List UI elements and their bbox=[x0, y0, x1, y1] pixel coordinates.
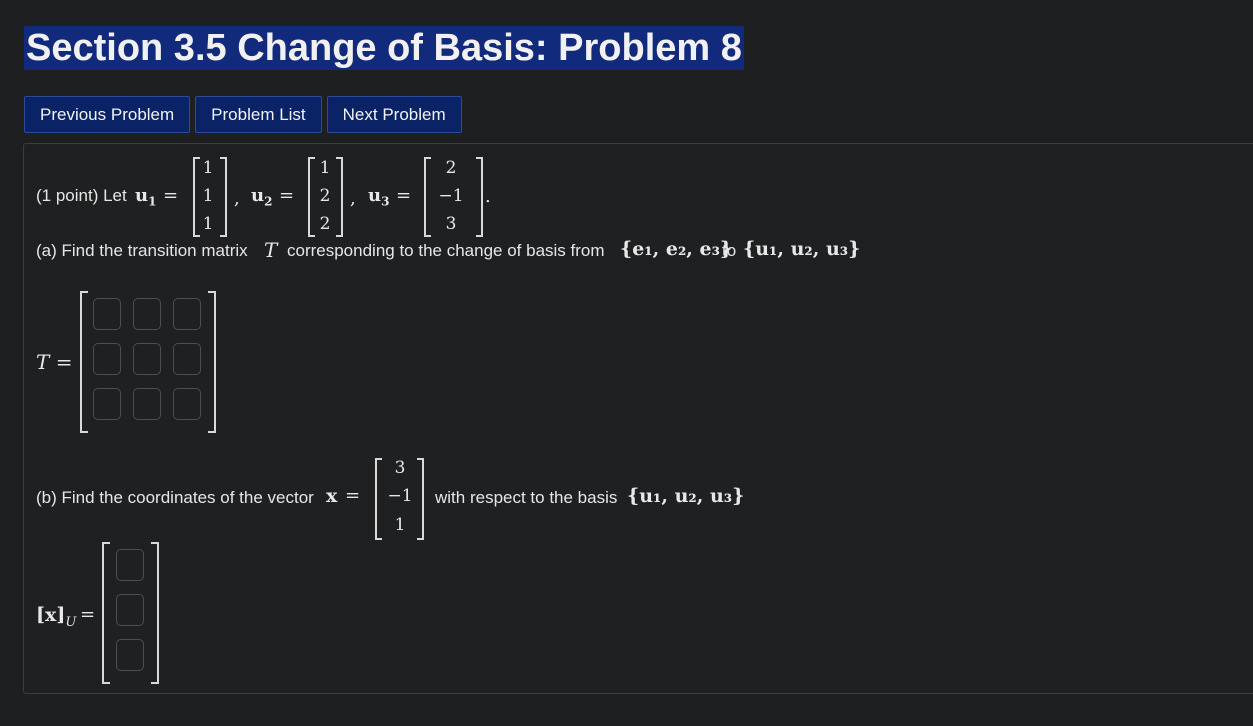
right-bracket bbox=[417, 458, 424, 540]
part-a-mid-text: corresponding to the change of basis fro… bbox=[287, 241, 605, 260]
u3-entry-1: 2 bbox=[445, 158, 457, 178]
equals-sign: = bbox=[80, 604, 96, 625]
answer-box-T-3-3[interactable] bbox=[173, 388, 201, 420]
u1-label: u1 bbox=[135, 185, 157, 209]
x-entry-2: −1 bbox=[387, 486, 413, 506]
answer-box-T-1-1[interactable] bbox=[93, 298, 121, 330]
previous-problem-button[interactable]: Previous Problem bbox=[24, 96, 191, 133]
problem-panel: (1 point) Let u1 = 1 1 1 , u2 = 1 2 2 , … bbox=[23, 143, 1253, 694]
left-bracket bbox=[424, 157, 431, 237]
right-bracket bbox=[208, 291, 216, 433]
answer-box-T-3-2[interactable] bbox=[133, 388, 161, 420]
u3-label: u3 bbox=[368, 185, 390, 209]
left-bracket bbox=[80, 291, 88, 433]
right-bracket bbox=[220, 157, 227, 237]
part-b-text: (b) Find the coordinates of the vector bbox=[36, 488, 314, 507]
answer-box-xU-2[interactable] bbox=[116, 594, 144, 626]
xU-label: [x]U bbox=[36, 604, 77, 630]
standard-basis-set: {e₁, e₂, e₃} bbox=[620, 238, 733, 260]
equals-sign: = bbox=[396, 185, 412, 206]
intro-text: (1 point) Let bbox=[36, 186, 127, 205]
part-a-text: (a) Find the transition matrix bbox=[36, 241, 248, 260]
right-bracket bbox=[476, 157, 483, 237]
next-problem-button[interactable]: Next Problem bbox=[326, 96, 462, 133]
page-title: Section 3.5 Change of Basis: Problem 8 bbox=[24, 26, 744, 70]
answer-box-xU-3[interactable] bbox=[116, 639, 144, 671]
x-label: x bbox=[326, 485, 338, 507]
u-basis-set: {u₁, u₂, u₃} bbox=[743, 238, 861, 260]
equals-sign: = bbox=[163, 185, 179, 206]
comma: , bbox=[234, 188, 240, 209]
u3-entry-2: −1 bbox=[438, 186, 464, 206]
answer-box-T-1-2[interactable] bbox=[133, 298, 161, 330]
u2-label: u2 bbox=[251, 185, 273, 209]
T-equals-label: T = bbox=[36, 350, 73, 374]
answer-box-xU-1[interactable] bbox=[116, 549, 144, 581]
part-b-after-text: with respect to the basis bbox=[435, 488, 618, 507]
right-bracket bbox=[336, 157, 343, 237]
right-bracket bbox=[151, 542, 159, 684]
x-entry-1: 3 bbox=[394, 458, 406, 478]
left-bracket bbox=[102, 542, 110, 684]
equals-sign: = bbox=[345, 485, 361, 506]
answer-box-T-2-2[interactable] bbox=[133, 343, 161, 375]
answer-box-T-3-1[interactable] bbox=[93, 388, 121, 420]
comma: , bbox=[350, 188, 356, 209]
u3-entry-3: 3 bbox=[445, 214, 457, 234]
to-text: to bbox=[722, 241, 737, 260]
equals-sign: = bbox=[279, 185, 295, 206]
u-basis-set: {u₁, u₂, u₃} bbox=[627, 485, 745, 507]
problem-list-button[interactable]: Problem List bbox=[195, 96, 322, 133]
period: . bbox=[485, 186, 491, 207]
x-entry-3: 1 bbox=[394, 515, 406, 535]
answer-box-T-1-3[interactable] bbox=[173, 298, 201, 330]
answer-box-T-2-1[interactable] bbox=[93, 343, 121, 375]
T-symbol: T bbox=[264, 238, 278, 262]
problem-navigation: Previous Problem Problem List Next Probl… bbox=[24, 96, 462, 133]
answer-box-T-2-3[interactable] bbox=[173, 343, 201, 375]
